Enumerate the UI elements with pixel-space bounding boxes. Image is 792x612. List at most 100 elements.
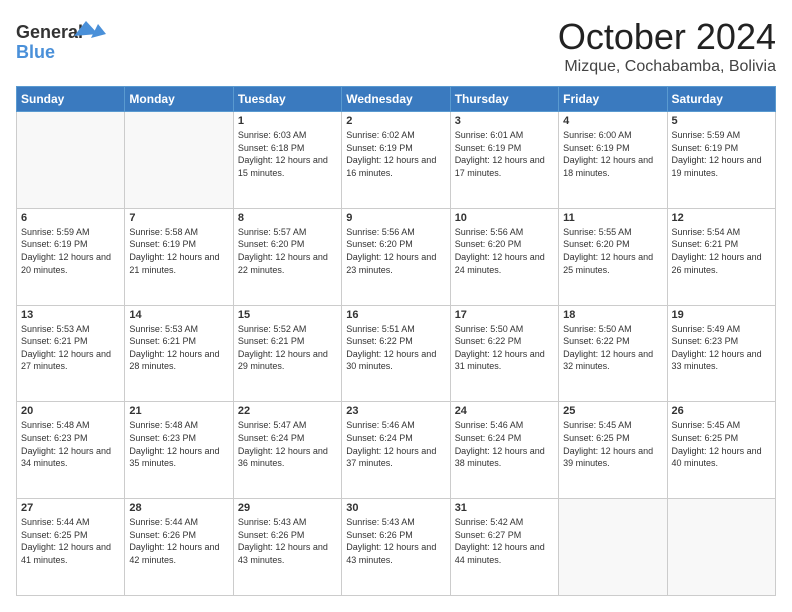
day-number: 7 <box>129 212 228 224</box>
day-number: 31 <box>455 502 554 514</box>
day-number: 12 <box>672 212 771 224</box>
svg-text:Blue: Blue <box>16 42 55 62</box>
day-info: Sunrise: 5:43 AM Sunset: 6:26 PM Dayligh… <box>346 516 445 566</box>
calendar-cell: 15 Sunrise: 5:52 AM Sunset: 6:21 PM Dayli… <box>233 305 341 402</box>
day-info: Sunrise: 5:56 AM Sunset: 6:20 PM Dayligh… <box>455 226 554 276</box>
day-info: Sunrise: 5:50 AM Sunset: 6:22 PM Dayligh… <box>455 323 554 373</box>
day-info: Sunrise: 5:45 AM Sunset: 6:25 PM Dayligh… <box>563 419 662 469</box>
svg-text:General: General <box>16 22 83 42</box>
calendar-cell: 24 Sunrise: 5:46 AM Sunset: 6:24 PM Dayli… <box>450 402 558 499</box>
day-number: 13 <box>21 309 120 321</box>
day-info: Sunrise: 6:00 AM Sunset: 6:19 PM Dayligh… <box>563 129 662 179</box>
day-info: Sunrise: 6:02 AM Sunset: 6:19 PM Dayligh… <box>346 129 445 179</box>
day-header-thursday: Thursday <box>450 87 558 112</box>
day-number: 18 <box>563 309 662 321</box>
week-row-2: 6 Sunrise: 5:59 AM Sunset: 6:19 PM Daylig… <box>17 208 776 305</box>
day-number: 26 <box>672 405 771 417</box>
calendar-cell: 19 Sunrise: 5:49 AM Sunset: 6:23 PM Dayli… <box>667 305 775 402</box>
day-info: Sunrise: 5:42 AM Sunset: 6:27 PM Dayligh… <box>455 516 554 566</box>
day-number: 19 <box>672 309 771 321</box>
day-info: Sunrise: 5:50 AM Sunset: 6:22 PM Dayligh… <box>563 323 662 373</box>
day-number: 15 <box>238 309 337 321</box>
day-info: Sunrise: 5:59 AM Sunset: 6:19 PM Dayligh… <box>21 226 120 276</box>
calendar-cell: 13 Sunrise: 5:53 AM Sunset: 6:21 PM Dayli… <box>17 305 125 402</box>
days-header-row: SundayMondayTuesdayWednesdayThursdayFrid… <box>17 87 776 112</box>
header: General Blue October 2024 Mizque, Cochab… <box>16 16 776 76</box>
day-info: Sunrise: 6:03 AM Sunset: 6:18 PM Dayligh… <box>238 129 337 179</box>
day-header-sunday: Sunday <box>17 87 125 112</box>
week-row-5: 27 Sunrise: 5:44 AM Sunset: 6:25 PM Dayli… <box>17 499 776 596</box>
calendar-cell: 22 Sunrise: 5:47 AM Sunset: 6:24 PM Dayli… <box>233 402 341 499</box>
day-number: 27 <box>21 502 120 514</box>
calendar-cell: 9 Sunrise: 5:56 AM Sunset: 6:20 PM Daylig… <box>342 208 450 305</box>
logo: General Blue <box>16 16 106 66</box>
day-info: Sunrise: 5:52 AM Sunset: 6:21 PM Dayligh… <box>238 323 337 373</box>
day-number: 8 <box>238 212 337 224</box>
day-header-monday: Monday <box>125 87 233 112</box>
day-number: 6 <box>21 212 120 224</box>
page: General Blue October 2024 Mizque, Cochab… <box>0 0 792 612</box>
week-row-1: 1Sunrise: 6:03 AM Sunset: 6:18 PM Daylig… <box>17 112 776 209</box>
day-number: 21 <box>129 405 228 417</box>
day-info: Sunrise: 5:46 AM Sunset: 6:24 PM Dayligh… <box>346 419 445 469</box>
calendar-cell: 1Sunrise: 6:03 AM Sunset: 6:18 PM Daylig… <box>233 112 341 209</box>
calendar-cell: 31 Sunrise: 5:42 AM Sunset: 6:27 PM Dayli… <box>450 499 558 596</box>
day-info: Sunrise: 5:56 AM Sunset: 6:20 PM Dayligh… <box>346 226 445 276</box>
day-header-tuesday: Tuesday <box>233 87 341 112</box>
calendar-cell <box>559 499 667 596</box>
logo-svg: General Blue <box>16 16 106 66</box>
calendar-cell: 17 Sunrise: 5:50 AM Sunset: 6:22 PM Dayli… <box>450 305 558 402</box>
day-number: 24 <box>455 405 554 417</box>
day-info: Sunrise: 5:58 AM Sunset: 6:19 PM Dayligh… <box>129 226 228 276</box>
calendar-cell: 7 Sunrise: 5:58 AM Sunset: 6:19 PM Daylig… <box>125 208 233 305</box>
calendar-cell: 21Sunrise: 5:48 AM Sunset: 6:23 PM Dayli… <box>125 402 233 499</box>
calendar-cell <box>667 499 775 596</box>
month-title: October 2024 <box>558 16 776 58</box>
day-info: Sunrise: 5:43 AM Sunset: 6:26 PM Dayligh… <box>238 516 337 566</box>
day-header-wednesday: Wednesday <box>342 87 450 112</box>
calendar-cell: 20Sunrise: 5:48 AM Sunset: 6:23 PM Dayli… <box>17 402 125 499</box>
calendar-cell: 6 Sunrise: 5:59 AM Sunset: 6:19 PM Daylig… <box>17 208 125 305</box>
calendar-cell: 12Sunrise: 5:54 AM Sunset: 6:21 PM Dayli… <box>667 208 775 305</box>
calendar-cell: 16Sunrise: 5:51 AM Sunset: 6:22 PM Dayli… <box>342 305 450 402</box>
calendar-cell: 2Sunrise: 6:02 AM Sunset: 6:19 PM Daylig… <box>342 112 450 209</box>
calendar-cell: 30 Sunrise: 5:43 AM Sunset: 6:26 PM Dayli… <box>342 499 450 596</box>
day-info: Sunrise: 5:44 AM Sunset: 6:26 PM Dayligh… <box>129 516 228 566</box>
calendar-cell: 26 Sunrise: 5:45 AM Sunset: 6:25 PM Dayli… <box>667 402 775 499</box>
day-number: 9 <box>346 212 445 224</box>
day-info: Sunrise: 5:46 AM Sunset: 6:24 PM Dayligh… <box>455 419 554 469</box>
day-header-saturday: Saturday <box>667 87 775 112</box>
day-info: Sunrise: 5:59 AM Sunset: 6:19 PM Dayligh… <box>672 129 771 179</box>
day-number: 5 <box>672 115 771 127</box>
calendar-cell: 5 Sunrise: 5:59 AM Sunset: 6:19 PM Daylig… <box>667 112 775 209</box>
calendar-cell: 4 Sunrise: 6:00 AM Sunset: 6:19 PM Daylig… <box>559 112 667 209</box>
day-info: Sunrise: 5:47 AM Sunset: 6:24 PM Dayligh… <box>238 419 337 469</box>
day-info: Sunrise: 5:53 AM Sunset: 6:21 PM Dayligh… <box>21 323 120 373</box>
day-info: Sunrise: 5:55 AM Sunset: 6:20 PM Dayligh… <box>563 226 662 276</box>
day-number: 17 <box>455 309 554 321</box>
calendar-cell: 11 Sunrise: 5:55 AM Sunset: 6:20 PM Dayli… <box>559 208 667 305</box>
day-info: Sunrise: 5:45 AM Sunset: 6:25 PM Dayligh… <box>672 419 771 469</box>
day-info: Sunrise: 5:49 AM Sunset: 6:23 PM Dayligh… <box>672 323 771 373</box>
calendar-cell: 3Sunrise: 6:01 AM Sunset: 6:19 PM Daylig… <box>450 112 558 209</box>
day-number: 30 <box>346 502 445 514</box>
day-number: 4 <box>563 115 662 127</box>
day-number: 11 <box>563 212 662 224</box>
calendar-cell: 23Sunrise: 5:46 AM Sunset: 6:24 PM Dayli… <box>342 402 450 499</box>
day-header-friday: Friday <box>559 87 667 112</box>
day-number: 25 <box>563 405 662 417</box>
calendar-cell: 27 Sunrise: 5:44 AM Sunset: 6:25 PM Dayli… <box>17 499 125 596</box>
day-info: Sunrise: 5:48 AM Sunset: 6:23 PM Dayligh… <box>21 419 120 469</box>
title-block: October 2024 Mizque, Cochabamba, Bolivia <box>558 16 776 76</box>
calendar-cell: 14Sunrise: 5:53 AM Sunset: 6:21 PM Dayli… <box>125 305 233 402</box>
calendar-cell: 28Sunrise: 5:44 AM Sunset: 6:26 PM Dayli… <box>125 499 233 596</box>
calendar-cell: 10Sunrise: 5:56 AM Sunset: 6:20 PM Dayli… <box>450 208 558 305</box>
calendar-cell <box>125 112 233 209</box>
week-row-4: 20Sunrise: 5:48 AM Sunset: 6:23 PM Dayli… <box>17 402 776 499</box>
calendar-cell: 25 Sunrise: 5:45 AM Sunset: 6:25 PM Dayli… <box>559 402 667 499</box>
day-number: 14 <box>129 309 228 321</box>
day-info: Sunrise: 5:44 AM Sunset: 6:25 PM Dayligh… <box>21 516 120 566</box>
day-info: Sunrise: 5:57 AM Sunset: 6:20 PM Dayligh… <box>238 226 337 276</box>
day-number: 22 <box>238 405 337 417</box>
day-number: 16 <box>346 309 445 321</box>
